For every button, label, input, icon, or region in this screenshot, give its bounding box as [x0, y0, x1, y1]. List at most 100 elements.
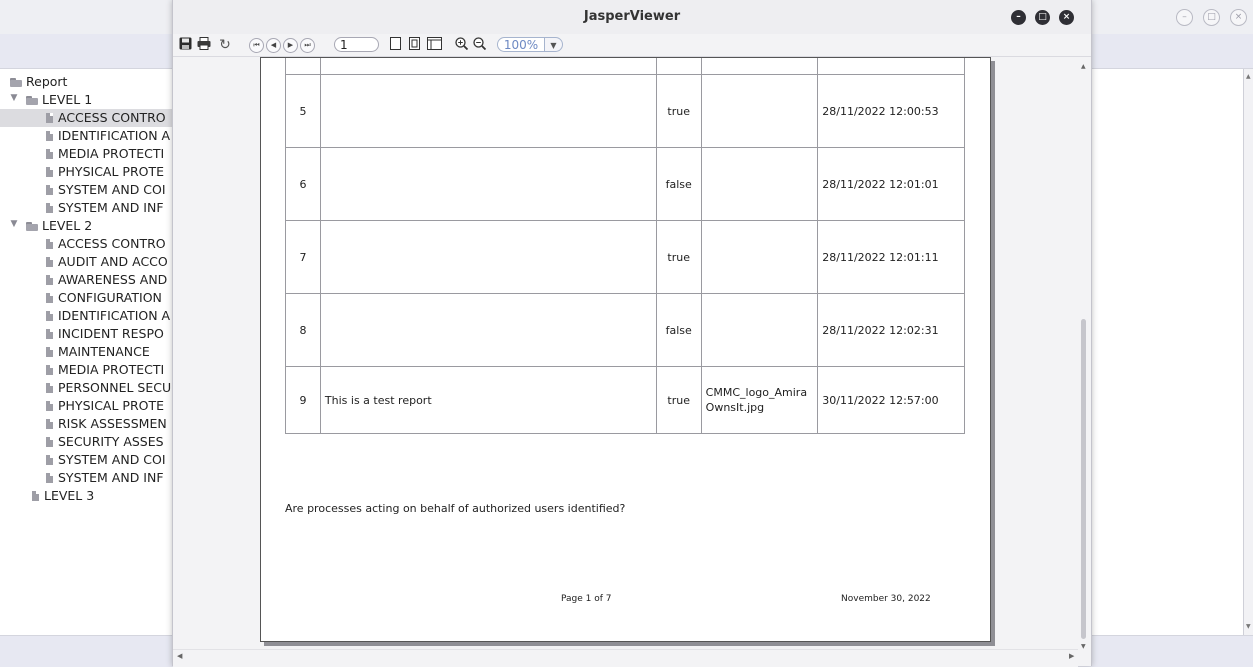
viewer-vertical-scrollbar[interactable]: ▲ ▼	[1078, 57, 1091, 655]
table-row: 7 true 28/11/2022 12:01:11	[285, 220, 965, 294]
scroll-up-icon[interactable]: ▲	[1081, 63, 1086, 70]
document-icon	[46, 473, 53, 483]
zoom-out-icon[interactable]	[472, 37, 486, 53]
tree-item-label: MEDIA PROTECTI	[58, 362, 165, 377]
tree-item-l2[interactable]: AWARENESS AND	[46, 271, 167, 289]
cell-number: 8	[285, 293, 321, 367]
tree-item-l2[interactable]: RISK ASSESSMEN	[46, 415, 167, 433]
cell-value: true	[655, 366, 702, 434]
document-icon	[46, 293, 53, 303]
scrollbar-thumb[interactable]	[1081, 319, 1086, 639]
right-scrollbar[interactable]: ▲ ▼	[1243, 69, 1253, 635]
tree-item-l2[interactable]: SECURITY ASSES	[46, 433, 164, 451]
cell-date: 28/11/2022 12:02:31	[817, 293, 965, 367]
tree-item-label: ACCESS CONTRO	[58, 236, 166, 251]
cell-value: true	[655, 220, 702, 294]
tree-item-l2[interactable]: AUDIT AND ACCO	[46, 253, 168, 271]
tree-item-label: ACCESS CONTRO	[58, 110, 166, 125]
tree-level3[interactable]: LEVEL 3	[32, 487, 94, 505]
tree-item-label: MAINTENANCE	[58, 344, 150, 359]
actual-size-icon[interactable]	[388, 37, 402, 53]
report-question: Are processes acting on behalf of author…	[285, 502, 626, 515]
document-icon	[46, 167, 53, 177]
cell-number: 6	[285, 147, 321, 221]
tree-item-label: SYSTEM AND INF	[58, 200, 164, 215]
expand-arrow-icon[interactable]: ▼	[9, 93, 19, 103]
tree-item-label: PERSONNEL SECU	[58, 380, 172, 395]
cell-description	[319, 147, 657, 221]
tree-item-label: MEDIA PROTECTI	[58, 146, 165, 161]
first-page-button[interactable]: ⏮	[249, 38, 264, 53]
report-viewport[interactable]: 5 true 28/11/2022 12:00:53 6 false 28/11…	[173, 57, 1078, 649]
cell-number: 9	[285, 366, 321, 434]
tree-item-label: SYSTEM AND COI	[58, 182, 166, 197]
zoom-dropdown-icon[interactable]: ▼	[545, 37, 563, 52]
document-icon	[46, 257, 53, 267]
page-number-input[interactable]: 1	[334, 37, 379, 52]
document-icon	[46, 149, 53, 159]
close-button[interactable]: ×	[1059, 10, 1074, 25]
cell-file	[700, 147, 819, 221]
tree-level2[interactable]: LEVEL 2	[26, 217, 92, 235]
document-icon	[32, 491, 39, 501]
tree-item-l1-media-protection[interactable]: MEDIA PROTECTI	[46, 145, 164, 163]
tree-item-l2[interactable]: MAINTENANCE	[46, 343, 150, 361]
tree-level1-label: LEVEL 1	[42, 92, 93, 107]
next-page-button[interactable]: ▶	[283, 38, 298, 53]
fit-page-icon[interactable]	[407, 37, 421, 53]
scroll-left-icon[interactable]: ◀	[177, 652, 182, 660]
tree-item-l1-access-control[interactable]: ACCESS CONTRO	[0, 109, 174, 127]
tree-item-label: SECURITY ASSES	[58, 434, 164, 449]
save-icon[interactable]	[178, 37, 192, 53]
maximize-button[interactable]: □	[1035, 10, 1050, 25]
tree-item-label: SYSTEM AND INF	[58, 470, 164, 485]
zoom-in-icon[interactable]	[454, 37, 468, 53]
table-row: 6 false 28/11/2022 12:01:01	[285, 147, 965, 221]
expand-arrow-icon[interactable]: ▼	[9, 219, 19, 229]
zoom-level-input[interactable]: 100%	[497, 37, 545, 52]
viewer-horizontal-scrollbar[interactable]: ◀ ▶	[173, 649, 1078, 667]
document-icon	[46, 239, 53, 249]
tree-item-l1-system-comms[interactable]: SYSTEM AND COI	[46, 181, 166, 199]
cell-date: 28/11/2022 12:01:01	[817, 147, 965, 221]
report-tree[interactable]: Report ▼ LEVEL 1 ACCESS CONTRO IDENTIFIC…	[0, 69, 174, 635]
page-footer-number: Page 1 of 7	[561, 594, 612, 604]
scroll-up-icon[interactable]: ▲	[1246, 73, 1251, 80]
cell-description: This is a test report	[319, 366, 657, 434]
fit-width-icon[interactable]	[426, 37, 442, 53]
bg-close-button[interactable]: ×	[1230, 9, 1247, 26]
last-page-button[interactable]: ⏭	[300, 38, 315, 53]
tree-item-l2[interactable]: IDENTIFICATION A	[46, 307, 170, 325]
tree-item-l1-identification[interactable]: IDENTIFICATION A	[46, 127, 170, 145]
reload-icon[interactable]: ↻	[218, 37, 232, 53]
prev-page-button[interactable]: ◀	[266, 38, 281, 53]
tree-item-l2[interactable]: ACCESS CONTRO	[46, 235, 166, 253]
scroll-down-icon[interactable]: ▼	[1246, 623, 1251, 630]
bg-minimize-button[interactable]: –	[1176, 9, 1193, 26]
tree-item-label: IDENTIFICATION A	[58, 308, 171, 323]
tree-item-label: SYSTEM AND COI	[58, 452, 166, 467]
folder-icon	[26, 96, 39, 105]
tree-item-l2[interactable]: MEDIA PROTECTI	[46, 361, 164, 379]
tree-item-l2[interactable]: SYSTEM AND COI	[46, 451, 166, 469]
tree-root-report[interactable]: Report	[10, 73, 67, 91]
tree-level1[interactable]: LEVEL 1	[26, 91, 92, 109]
tree-item-l2[interactable]: CONFIGURATION	[46, 289, 162, 307]
tree-item-l2[interactable]: PERSONNEL SECU	[46, 379, 171, 397]
tree-item-l1-physical-protection[interactable]: PHYSICAL PROTE	[46, 163, 164, 181]
print-icon[interactable]	[197, 37, 211, 53]
cell-file	[700, 220, 819, 294]
tree-item-l2[interactable]: SYSTEM AND INF	[46, 469, 164, 487]
minimize-button[interactable]: –	[1011, 10, 1026, 25]
scroll-right-icon[interactable]: ▶	[1069, 652, 1074, 660]
tree-item-l2[interactable]: PHYSICAL PROTE	[46, 397, 164, 415]
document-icon	[46, 185, 53, 195]
bg-maximize-button[interactable]: □	[1203, 9, 1220, 26]
report-page: 5 true 28/11/2022 12:00:53 6 false 28/11…	[260, 57, 991, 642]
tree-item-l1-system-info[interactable]: SYSTEM AND INF	[46, 199, 164, 217]
cell-date: 28/11/2022 12:01:11	[817, 220, 965, 294]
cell-number: 7	[285, 220, 321, 294]
scroll-down-icon[interactable]: ▼	[1081, 643, 1086, 650]
tree-item-l2[interactable]: INCIDENT RESPO	[46, 325, 164, 343]
document-icon	[46, 329, 53, 339]
